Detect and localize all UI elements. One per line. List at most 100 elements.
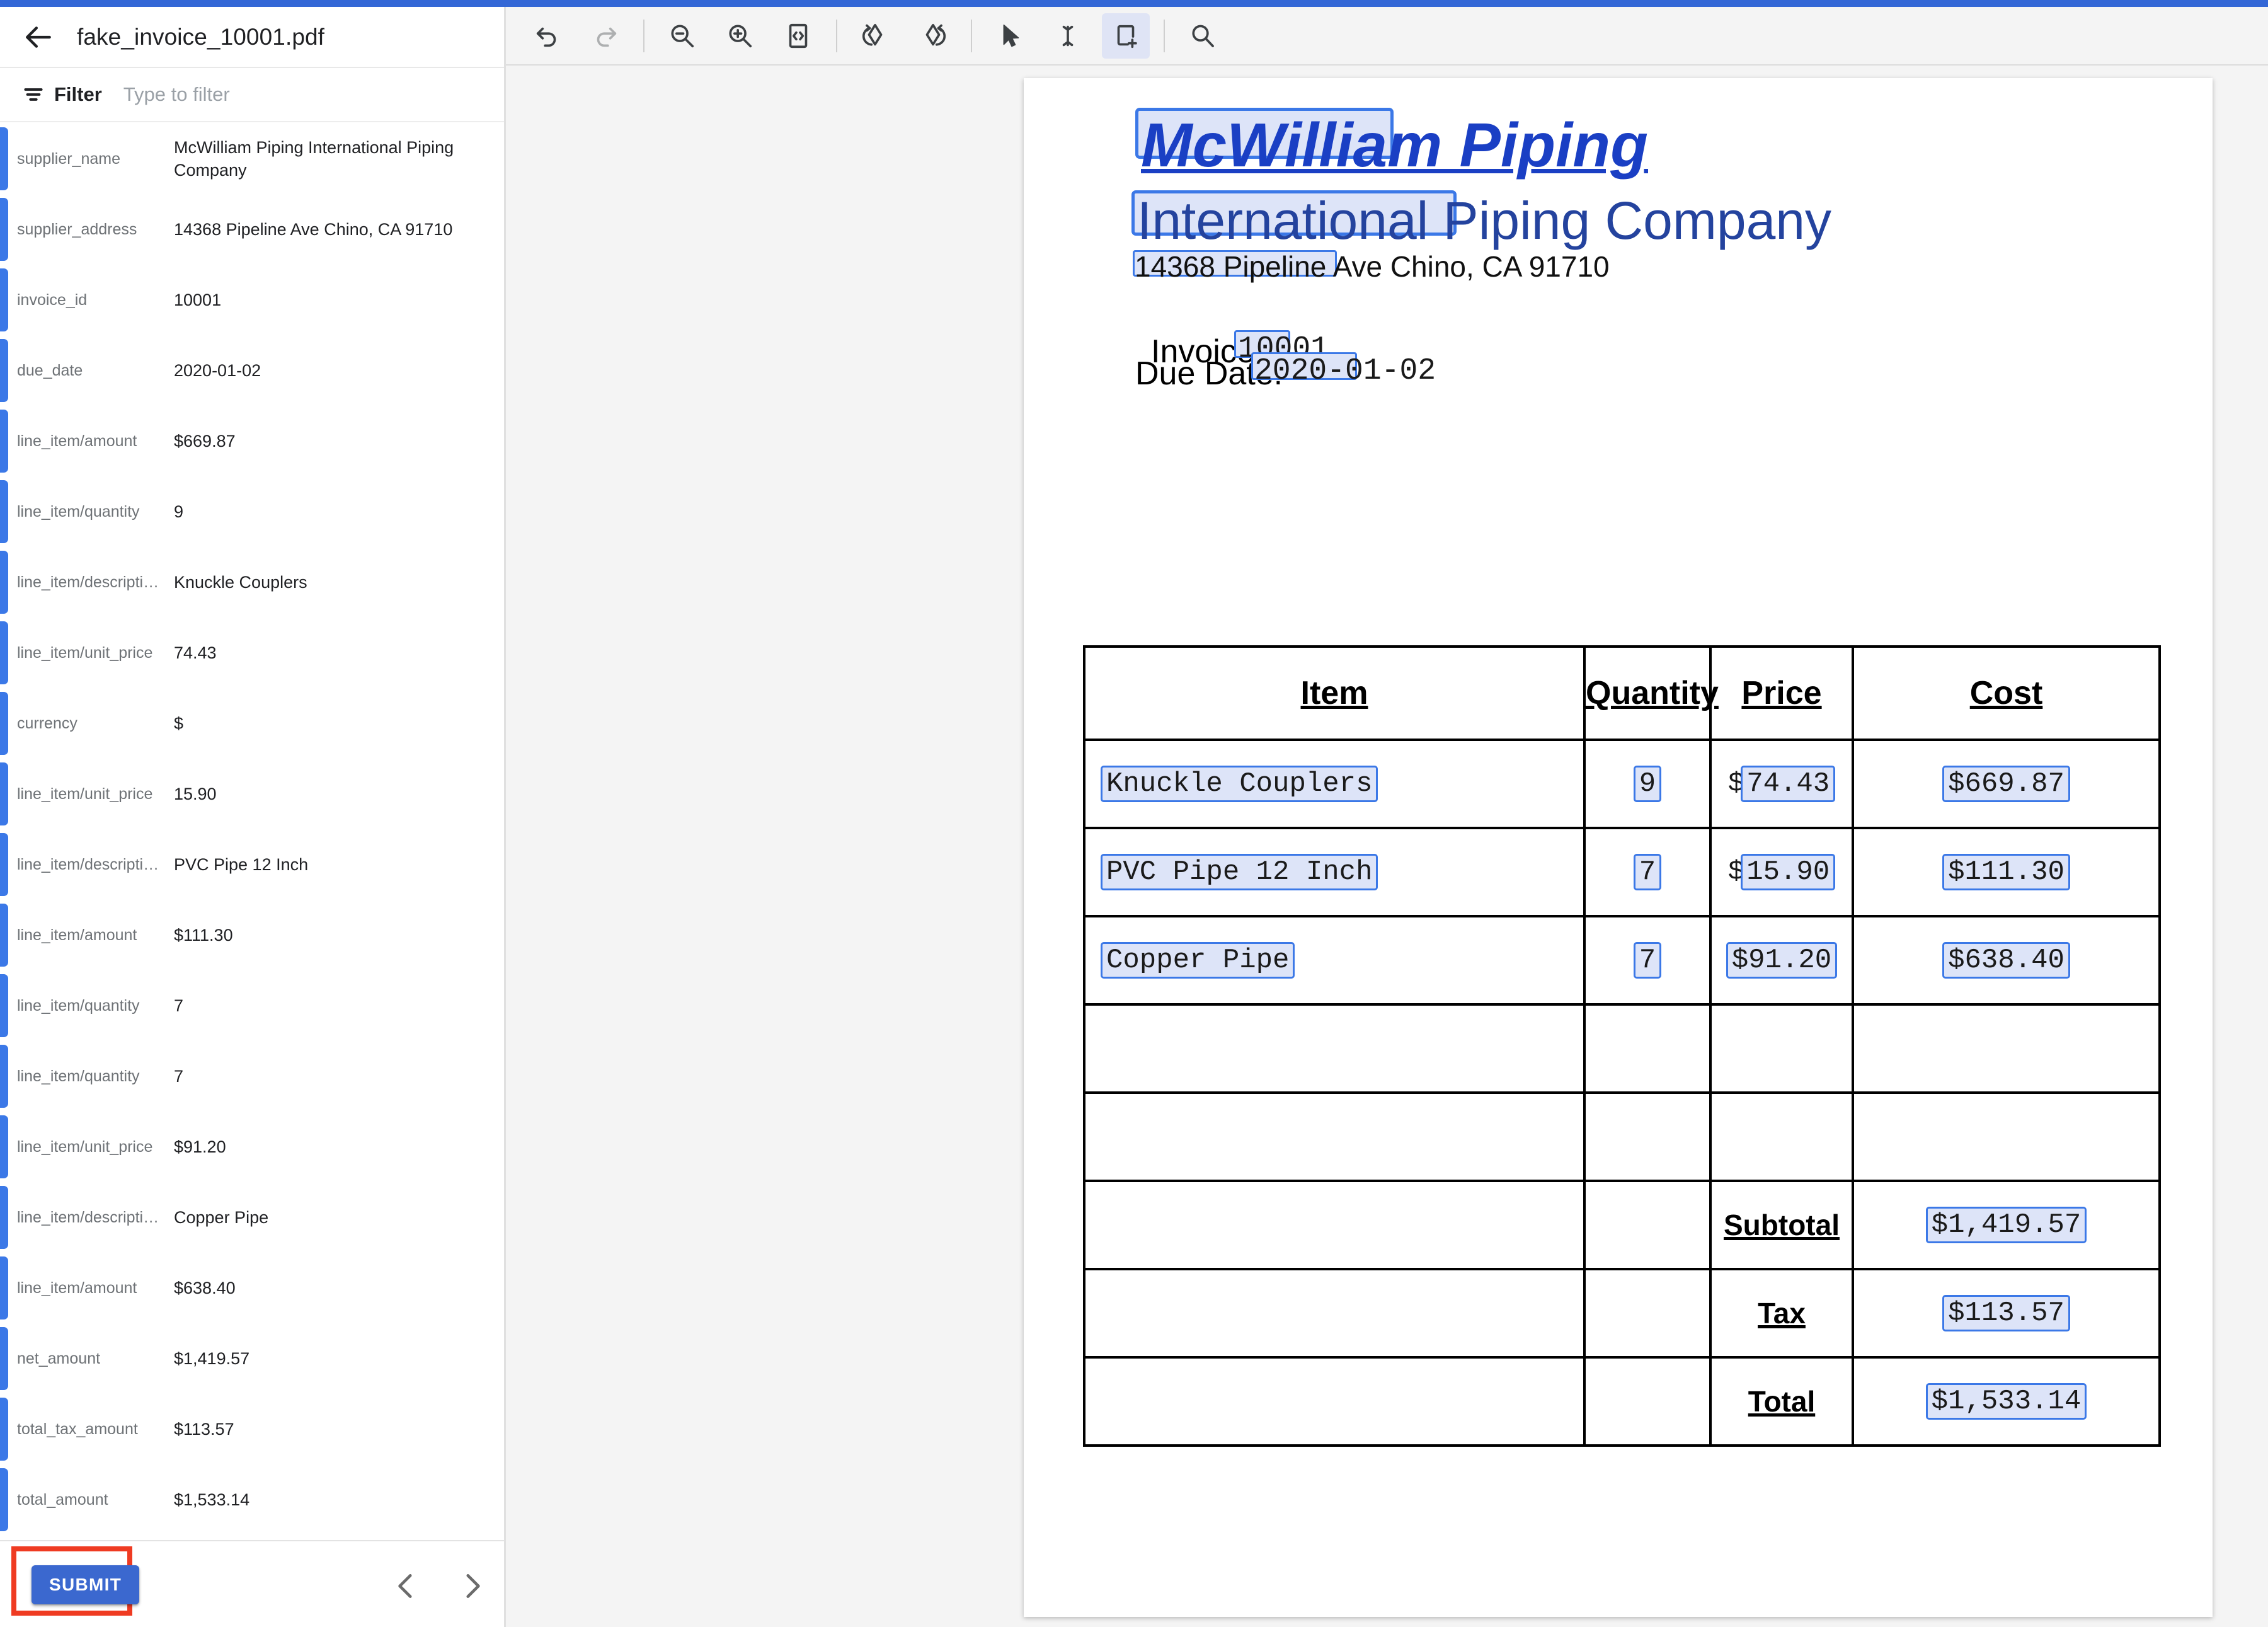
column-header-cost: Cost xyxy=(1853,647,2160,740)
field-row[interactable]: line_item/unit_price15.90 xyxy=(0,759,504,829)
field-row[interactable]: line_item/descripti…Knuckle Couplers xyxy=(0,547,504,618)
cell-item xyxy=(1084,1093,1584,1181)
toolbar-divider xyxy=(971,20,972,52)
supplier-address: 14368 Pipeline Ave Chino, CA 91710 xyxy=(1135,250,1610,284)
field-marker xyxy=(0,1468,8,1531)
cell-quantity xyxy=(1584,1093,1710,1181)
field-value: Copper Pipe xyxy=(174,1206,489,1229)
field-row[interactable]: line_item/amount$111.30 xyxy=(0,900,504,970)
cell-quantity xyxy=(1584,1181,1710,1269)
field-value: $113.57 xyxy=(174,1418,489,1440)
field-row[interactable]: line_item/amount$669.87 xyxy=(0,406,504,476)
field-key: line_item/unit_price xyxy=(17,785,175,803)
chevron-left-icon[interactable] xyxy=(391,1569,422,1603)
field-marker xyxy=(0,762,8,825)
field-row[interactable]: currency$ xyxy=(0,688,504,759)
rotate-right-button[interactable] xyxy=(909,13,957,59)
annotation-line-item-description[interactable]: Knuckle Couplers xyxy=(1101,766,1378,802)
field-row[interactable]: line_item/unit_price74.43 xyxy=(0,618,504,688)
field-value: 14368 Pipeline Ave Chino, CA 91710 xyxy=(174,218,489,241)
invoice-table: Item Quantity Price Cost Knuckle Coupler… xyxy=(1083,645,2161,1447)
extracted-fields-list[interactable]: supplier_nameMcWilliam Piping Internatio… xyxy=(0,124,504,1540)
annotation-line-item-amount[interactable]: $638.40 xyxy=(1942,942,2070,979)
annotation-line-item-quantity[interactable]: 9 xyxy=(1634,766,1661,802)
fit-width-button[interactable] xyxy=(774,13,822,59)
field-key: line_item/unit_price xyxy=(17,644,175,662)
cell-item: PVC Pipe 12 Inch xyxy=(1084,828,1584,916)
cell-item: Copper Pipe xyxy=(1084,916,1584,1004)
redo-button[interactable] xyxy=(581,13,629,59)
cell-quantity xyxy=(1584,1004,1710,1093)
annotation-line-item-description[interactable]: PVC Pipe 12 Inch xyxy=(1101,854,1378,890)
table-header-row: Item Quantity Price Cost xyxy=(1084,647,2160,740)
field-value: $669.87 xyxy=(174,430,489,452)
app-frame: fake_invoice_10001.pdf Filter supplier_n… xyxy=(0,7,2268,1627)
field-key: currency xyxy=(17,715,175,733)
field-row[interactable]: net_amount$1,419.57 xyxy=(0,1323,504,1394)
annotation-line-item-unit-price[interactable]: $91.20 xyxy=(1726,942,1837,979)
field-value: McWilliam Piping International Piping Co… xyxy=(174,136,489,182)
chevron-right-icon[interactable] xyxy=(456,1569,488,1603)
field-row[interactable]: line_item/quantity9 xyxy=(0,476,504,547)
annotation-line-item-description[interactable]: Copper Pipe xyxy=(1101,942,1295,979)
magnifier-icon[interactable] xyxy=(1179,13,1227,59)
cell-price: $15.90 xyxy=(1710,828,1853,916)
column-header-price: Price xyxy=(1710,647,1853,740)
field-value: 7 xyxy=(174,994,489,1017)
cell-summary-value: $1,533.14 xyxy=(1853,1357,2160,1446)
field-key: line_item/amount xyxy=(17,1279,175,1297)
field-marker xyxy=(0,198,8,261)
annotation-line-item-unit-price[interactable]: 74.43 xyxy=(1741,766,1835,802)
company-name-line1: McWilliam Piping xyxy=(1141,110,1648,181)
submit-button[interactable]: SUBMIT xyxy=(32,1565,139,1604)
field-row[interactable]: line_item/descripti…PVC Pipe 12 Inch xyxy=(0,829,504,900)
field-row[interactable]: line_item/quantity7 xyxy=(0,1041,504,1112)
annotation-line-item-unit-price[interactable]: 15.90 xyxy=(1741,854,1835,890)
field-key: invoice_id xyxy=(17,291,175,309)
field-row[interactable]: total_amount$1,533.14 xyxy=(0,1464,504,1535)
field-row[interactable]: total_tax_amount$113.57 xyxy=(0,1394,504,1464)
field-row[interactable]: line_item/unit_price$91.20 xyxy=(0,1112,504,1182)
cell-quantity xyxy=(1584,1357,1710,1446)
field-row[interactable]: supplier_nameMcWilliam Piping Internatio… xyxy=(0,124,504,194)
table-summary-row: Total$1,533.14 xyxy=(1084,1357,2160,1446)
annotation-line-item-amount[interactable]: $669.87 xyxy=(1942,766,2070,802)
field-key: total_amount xyxy=(17,1491,175,1509)
field-key: line_item/quantity xyxy=(17,997,175,1015)
back-arrow-icon[interactable] xyxy=(21,20,57,55)
field-marker xyxy=(0,974,8,1037)
field-value: $111.30 xyxy=(174,924,489,946)
annotation-line-item-quantity[interactable]: 7 xyxy=(1634,942,1661,979)
undo-button[interactable] xyxy=(524,13,571,59)
cursor-arrow-icon[interactable] xyxy=(986,13,1034,59)
field-value: $1,419.57 xyxy=(174,1347,489,1370)
annotation-line-item-quantity[interactable]: 7 xyxy=(1634,854,1661,890)
viewer-toolbar xyxy=(506,7,2268,66)
field-row[interactable]: line_item/descripti…Copper Pipe xyxy=(0,1182,504,1253)
annotation-summary-amount[interactable]: $113.57 xyxy=(1942,1295,2070,1331)
annotation-summary-amount[interactable]: $1,419.57 xyxy=(1926,1207,2087,1243)
search-input[interactable] xyxy=(123,83,451,106)
text-cursor-icon[interactable] xyxy=(1044,13,1092,59)
annotation-summary-amount[interactable]: $1,533.14 xyxy=(1926,1383,2087,1420)
field-value: 7 xyxy=(174,1065,489,1088)
cell-price xyxy=(1710,1004,1853,1093)
field-row[interactable]: supplier_address14368 Pipeline Ave Chino… xyxy=(0,194,504,265)
field-row[interactable]: due_date2020-01-02 xyxy=(0,335,504,406)
add-rectangle-icon[interactable] xyxy=(1102,13,1150,59)
cell-cost: $669.87 xyxy=(1853,740,2160,828)
zoom-in-button[interactable] xyxy=(716,13,764,59)
field-row[interactable]: line_item/amount$638.40 xyxy=(0,1253,504,1323)
cell-cost: $638.40 xyxy=(1853,916,2160,1004)
cell-quantity: 7 xyxy=(1584,828,1710,916)
cell-item xyxy=(1084,1269,1584,1357)
zoom-out-button[interactable] xyxy=(658,13,706,59)
field-marker xyxy=(0,551,8,614)
toolbar-divider xyxy=(836,20,837,52)
rotate-left-button[interactable] xyxy=(851,13,899,59)
field-key: line_item/unit_price xyxy=(17,1138,175,1156)
field-row[interactable]: invoice_id10001 xyxy=(0,265,504,335)
field-row[interactable]: line_item/quantity7 xyxy=(0,970,504,1041)
annotation-line-item-amount[interactable]: $111.30 xyxy=(1942,854,2070,890)
pdf-viewer[interactable]: McWilliam Piping International Piping Co… xyxy=(506,66,2268,1627)
